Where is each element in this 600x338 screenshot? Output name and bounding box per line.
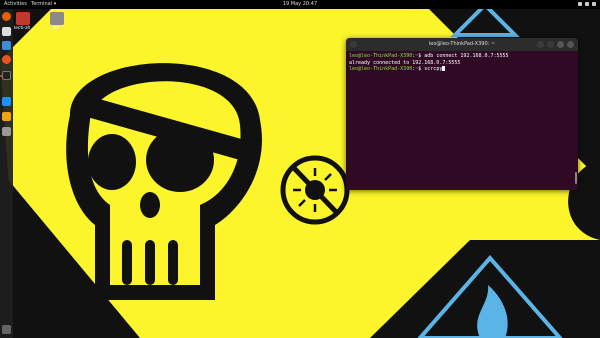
terminal-header-bar[interactable]: leo@leo-ThinkPad-X390: ~ — [346, 38, 578, 51]
terminal-output[interactable]: leo@leo-ThinkPad-X390:~$ adb connect 192… — [346, 51, 578, 75]
clock[interactable]: 19 May 20:47 — [0, 0, 600, 9]
menu-icon[interactable] — [547, 41, 554, 48]
dock — [0, 9, 13, 338]
firefox-icon[interactable] — [2, 12, 11, 21]
desktop-icon-label: lecti-zh — [14, 26, 31, 31]
app-icon[interactable] — [2, 112, 11, 121]
files-icon[interactable] — [2, 27, 11, 36]
software-icon[interactable] — [2, 55, 11, 64]
desktop-icon-label: lcs — [53, 26, 60, 31]
thunderbird-icon[interactable] — [2, 41, 11, 50]
terminal-window[interactable]: leo@leo-ThinkPad-X390: ~ leo@leo-ThinkPa… — [346, 38, 578, 190]
terminal-line: leo@leo-ThinkPad-X390:~$ scrcpy — [349, 66, 575, 73]
show-applications-icon[interactable] — [2, 325, 11, 334]
desktop-folder-icon[interactable] — [50, 12, 64, 25]
app-icon-2[interactable] — [2, 127, 11, 136]
active-indicator — [0, 75, 2, 77]
scrollbar[interactable] — [575, 172, 577, 184]
minimize-icon[interactable] — [557, 41, 564, 48]
system-tray[interactable] — [578, 2, 596, 6]
close-icon[interactable] — [567, 41, 574, 48]
power-icon — [592, 2, 596, 6]
vscode-icon[interactable] — [2, 97, 11, 106]
volume-icon — [585, 2, 589, 6]
terminal-dock-icon[interactable] — [2, 71, 11, 80]
search-icon[interactable] — [537, 41, 544, 48]
network-icon — [578, 2, 582, 6]
top-bar: Activities Terminal ▾ 19 May 20:47 — [0, 0, 600, 9]
desktop-file-icon[interactable] — [16, 12, 30, 25]
text-cursor — [442, 66, 446, 71]
